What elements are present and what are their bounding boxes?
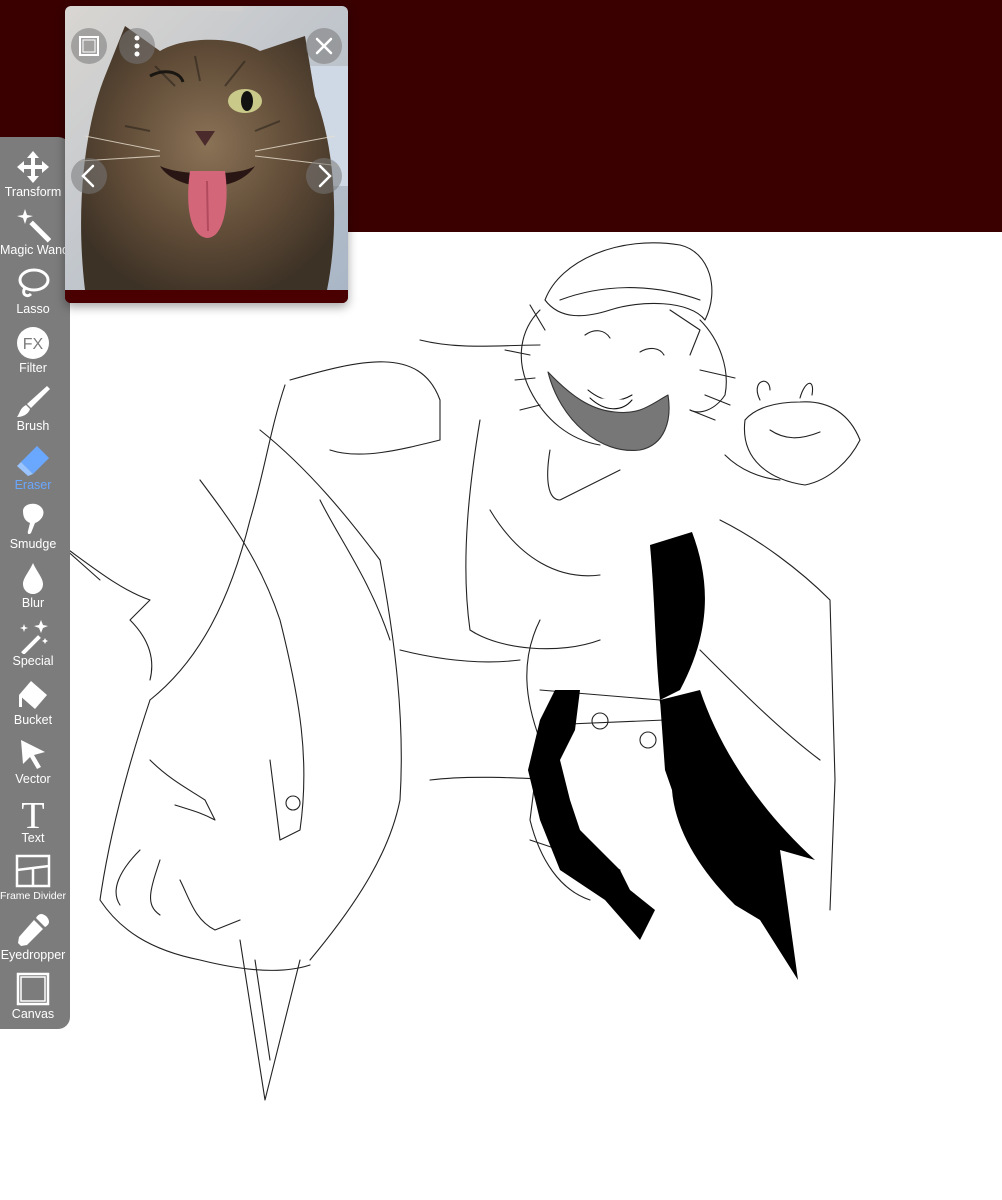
tool-label: Lasso [16,302,50,316]
tool-label: Text [21,831,45,845]
tool-bucket[interactable]: Bucket [0,673,66,731]
previous-image-button[interactable] [71,158,107,194]
eyedropper-icon [18,914,49,946]
tool-palette: Transform Magic Wand Lasso FX Filter Bru… [0,137,70,1029]
tool-label: Transform [4,185,62,199]
tool-label: Brush [16,419,50,433]
tool-label: Frame Divider [0,890,66,902]
tool-frame-divider[interactable]: Frame Divider [0,849,66,907]
next-image-button[interactable] [306,158,342,194]
tool-special[interactable]: Special [0,614,66,672]
previous-chevron-icon [81,164,95,188]
more-options-button[interactable] [119,28,155,64]
tool-brush[interactable]: Brush [0,379,66,437]
tool-magic-wand[interactable]: Magic Wand [0,203,70,261]
tool-label: Bucket [13,713,53,727]
next-chevron-icon [318,164,332,188]
tool-label: Special [12,654,54,668]
close-icon [315,37,333,55]
smudge-icon [23,503,44,535]
tool-label: Smudge [9,537,57,551]
lasso-icon [18,268,50,298]
fx-filter-icon: FX [17,327,49,359]
move-arrows-icon [17,151,49,183]
tool-eyedropper[interactable]: Eyedropper [0,908,66,966]
svg-text:FX: FX [23,336,44,353]
eraser-icon [17,446,49,476]
vector-cursor-icon [21,740,45,769]
tool-filter[interactable]: FX Filter [0,321,66,379]
tool-label: Filter [19,361,47,375]
tool-smudge[interactable]: Smudge [0,497,66,555]
tool-label: Blur [21,596,45,610]
blur-drop-icon [23,563,43,594]
magic-wand-icon [17,209,51,243]
more-vertical-icon [134,35,140,57]
frame-divider-icon [15,854,51,888]
tool-lasso[interactable]: Lasso [0,262,66,320]
tool-label: Magic Wand [0,243,70,257]
canvas-square-icon [16,972,50,1006]
tool-blur[interactable]: Blur [0,556,66,614]
tool-eraser[interactable]: Eraser [0,438,66,496]
tool-label: Vector [15,772,51,786]
tool-text[interactable]: T Text [0,791,66,849]
reference-window[interactable] [65,6,348,303]
tool-transform[interactable]: Transform [0,145,66,203]
tool-label: Eyedropper [0,948,66,962]
tool-canvas[interactable]: Canvas [0,967,66,1025]
reference-window-bottom-bar [65,290,348,303]
layout-button[interactable] [71,28,107,64]
sparkle-wand-icon [20,620,48,654]
close-reference-button[interactable] [306,28,342,64]
tool-vector[interactable]: Vector [0,732,66,790]
svg-text:T: T [21,795,44,831]
text-t-icon: T [21,795,44,831]
brush-icon [17,386,50,417]
drag-handle[interactable] [171,6,243,11]
tool-label: Eraser [14,478,52,492]
tool-label: Canvas [11,1007,55,1021]
layout-icon [79,36,99,56]
bucket-icon [19,681,47,709]
